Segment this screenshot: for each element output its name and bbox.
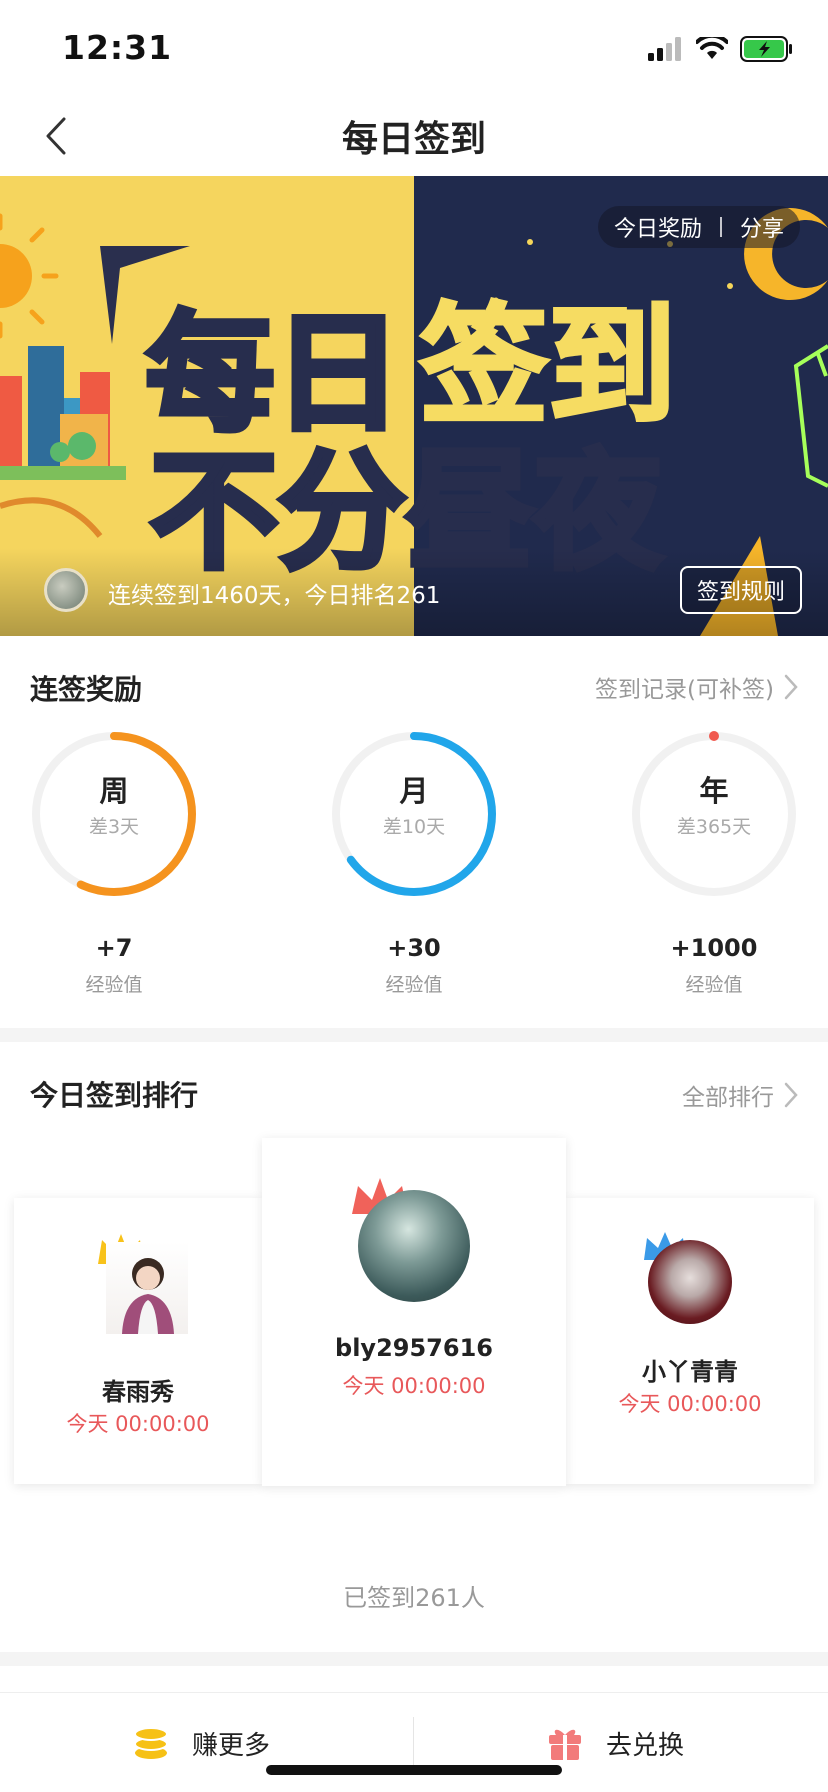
section-divider	[0, 1652, 828, 1666]
reward-month-unit: 经验值	[385, 974, 443, 996]
ring-progress-start-dot	[709, 731, 719, 741]
exchange-button[interactable]: 去兑换	[548, 1693, 684, 1792]
share-link[interactable]: 分享	[740, 211, 784, 243]
exchange-label: 去兑换	[606, 1730, 685, 1761]
ring-month[interactable]: 月 差10天	[328, 728, 500, 900]
rules-button[interactable]: 签到规则	[680, 566, 802, 614]
ring-year-label: 年	[699, 774, 729, 808]
chevron-right-icon	[784, 674, 798, 700]
rank-third-time: 今天 00:00:00	[618, 1392, 762, 1416]
streak-text: 连续签到1460天，今日排名261	[108, 583, 441, 609]
ring-year-remaining: 差365天	[676, 816, 752, 838]
reward-week-unit: 经验值	[85, 974, 143, 996]
banner[interactable]: 每日 签到 不分昼夜 今日奖励 分享 连续签到1460天，今日排名261 签到规…	[0, 176, 828, 636]
banner-headline-1b: 签到	[420, 292, 676, 441]
ring-month-label: 月	[399, 774, 429, 808]
rank-card-second[interactable]: 春雨秀 今天 00:00:00	[14, 1198, 262, 1484]
reward-year-unit: 经验值	[685, 974, 743, 996]
bottom-bar: 赚更多 去兑换	[0, 1692, 828, 1792]
rank-second-name: 春雨秀	[102, 1378, 174, 1406]
rank-first-name: bly2957616	[335, 1334, 493, 1362]
user-avatar	[44, 568, 88, 612]
avatar-second	[106, 1242, 188, 1334]
battery-icon	[740, 36, 792, 62]
rank-first-time: 今天 00:00:00	[342, 1374, 486, 1398]
all-ranking-label: 全部排行	[682, 1085, 774, 1111]
wifi-icon	[696, 37, 728, 59]
ring-week[interactable]: 周 差3天	[28, 728, 200, 900]
avatar-third	[648, 1240, 732, 1324]
status-icons	[648, 36, 794, 62]
today-reward-link[interactable]: 今日奖励	[614, 211, 702, 243]
coins-icon	[134, 1727, 168, 1759]
pill-separator	[719, 217, 722, 237]
chevron-right-icon	[784, 1082, 798, 1108]
reward-week-value: +7	[95, 934, 133, 962]
ring-week-remaining: 差3天	[88, 816, 140, 838]
rank-second-time: 今天 00:00:00	[66, 1412, 210, 1436]
streak-rewards-title: 连签奖励	[30, 673, 143, 706]
page-title: 每日签到	[341, 119, 486, 160]
ring-year[interactable]: 年 差365天	[628, 728, 800, 900]
reward-month-value: +30	[387, 934, 441, 962]
signal-icon	[648, 37, 681, 61]
status-time: 12:31	[62, 28, 173, 67]
section-divider	[0, 1028, 828, 1042]
all-ranking-link[interactable]: 全部排行	[682, 1078, 798, 1112]
status-bar: 12:31	[0, 0, 828, 100]
nav-bar: 每日签到	[0, 96, 828, 176]
gift-icon	[549, 1729, 581, 1760]
earn-more-button[interactable]: 赚更多	[134, 1693, 270, 1792]
rank-card-first[interactable]: bly2957616 今天 00:00:00	[262, 1138, 566, 1486]
rank-card-third[interactable]: 小丫青青 今天 00:00:00	[566, 1198, 814, 1484]
signed-count: 已签到261人	[343, 1584, 485, 1612]
sign-history-label: 签到记录(可补签)	[595, 677, 774, 703]
home-indicator	[266, 1765, 562, 1775]
banner-pill: 今日奖励 分享	[597, 206, 800, 248]
sign-history-link[interactable]: 签到记录(可补签)	[595, 670, 798, 704]
ring-month-remaining: 差10天	[382, 816, 446, 838]
ranking-title: 今日签到排行	[30, 1079, 199, 1112]
banner-headline-1: 每日	[146, 300, 402, 449]
avatar-first	[358, 1190, 470, 1302]
ring-week-label: 周	[99, 774, 129, 808]
rank-third-name: 小丫青青	[642, 1358, 738, 1386]
reward-year-value: +1000	[670, 934, 758, 962]
earn-more-label: 赚更多	[192, 1730, 271, 1761]
